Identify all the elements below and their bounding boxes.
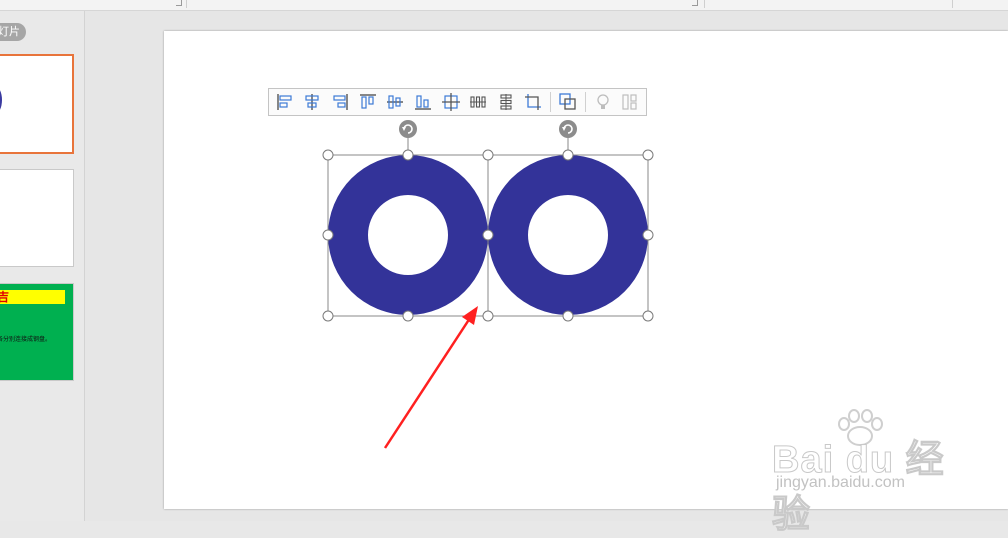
resize-handle[interactable] — [642, 149, 654, 161]
resize-handle[interactable] — [562, 310, 574, 322]
rotate-handle-icon[interactable] — [559, 120, 577, 138]
resize-handle[interactable] — [402, 149, 414, 161]
resize-handle[interactable] — [322, 310, 334, 322]
resize-handle[interactable] — [402, 310, 414, 322]
watermark-url: jingyan.baidu.com — [776, 474, 905, 491]
baidu-watermark: Bai du 经验 jingyan.baidu.com — [772, 408, 972, 537]
resize-handle[interactable] — [322, 229, 334, 241]
donut-shape-1[interactable] — [328, 155, 488, 315]
resize-handle[interactable] — [482, 229, 494, 241]
resize-handle[interactable] — [482, 310, 494, 322]
resize-handle[interactable] — [642, 229, 654, 241]
rotate-handle-icon[interactable] — [399, 120, 417, 138]
donut-shape-2[interactable] — [488, 155, 648, 315]
resize-handle[interactable] — [322, 149, 334, 161]
resize-handle[interactable] — [642, 310, 654, 322]
resize-handle[interactable] — [562, 149, 574, 161]
annotation-arrow — [383, 306, 478, 449]
resize-handle[interactable] — [482, 149, 494, 161]
